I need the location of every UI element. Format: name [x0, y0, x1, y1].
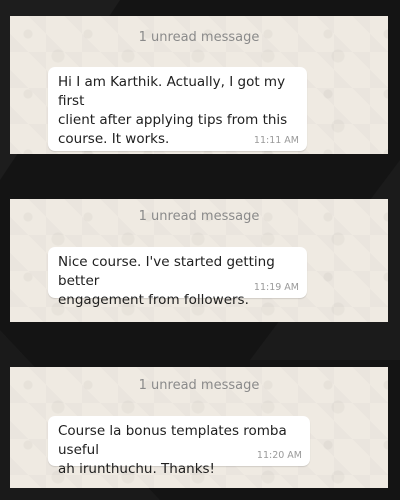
message-timestamp: 11:19 AM	[253, 282, 299, 293]
chat-card-3: 1 unread message Course la bonus templat…	[10, 367, 388, 488]
message-bubble: Hi I am Karthik. Actually, I got my firs…	[48, 67, 307, 151]
message-bubble: Nice course. I've started getting better…	[48, 247, 307, 308]
message-timestamp: 11:20 AM	[256, 450, 302, 461]
chat-card-1: 1 unread message Hi I am Karthik. Actual…	[10, 16, 388, 154]
unread-message-label: 1 unread message	[138, 209, 260, 224]
unread-message-label: 1 unread message	[138, 30, 260, 45]
chat-card-2: 1 unread message Nice course. I've start…	[10, 199, 388, 322]
message-timestamp: 11:11 AM	[253, 135, 299, 146]
message-bubble: Course la bonus templates romba useful a…	[48, 416, 310, 477]
unread-message-label: 1 unread message	[138, 378, 260, 393]
